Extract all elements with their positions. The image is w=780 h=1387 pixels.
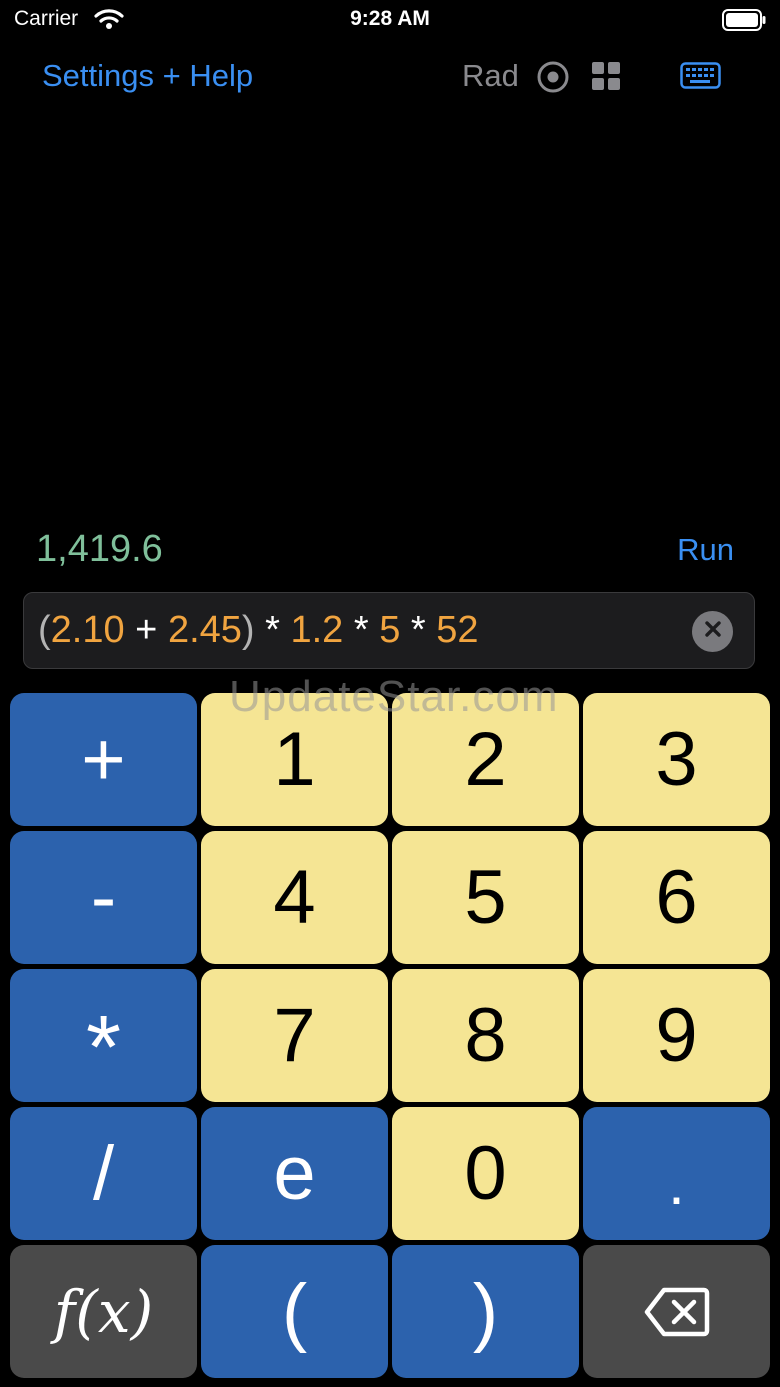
key-7[interactable]: 7: [201, 969, 388, 1102]
key-label: .: [668, 1150, 685, 1217]
key-function[interactable]: f(x): [10, 1245, 197, 1378]
key-8[interactable]: 8: [392, 969, 579, 1102]
key-label: 4: [273, 855, 316, 940]
angle-mode-label[interactable]: Rad: [462, 58, 519, 94]
key-4[interactable]: 4: [201, 831, 388, 964]
result-value: 1,419.6: [36, 528, 163, 570]
key-label: 9: [655, 993, 698, 1078]
expression-input[interactable]: (2.10 + 2.45) * 1.2 * 5 * 52: [23, 592, 755, 669]
key-close-paren[interactable]: ): [392, 1245, 579, 1378]
radio-button-icon[interactable]: [536, 60, 570, 99]
key-label: 2: [464, 717, 507, 802]
key-label: 5: [464, 855, 507, 940]
key-6[interactable]: 6: [583, 831, 770, 964]
expression-token: *: [400, 609, 437, 651]
clear-button[interactable]: [692, 611, 733, 652]
battery-icon: [722, 9, 766, 36]
toolbar: Settings + Help Rad: [0, 52, 780, 102]
expression-token: (: [38, 609, 51, 651]
key-label: 1: [273, 717, 316, 802]
key-label: -: [90, 855, 117, 940]
key-decimal[interactable]: .: [583, 1107, 770, 1240]
expression-token: 1.2: [290, 609, 344, 651]
key-5[interactable]: 5: [392, 831, 579, 964]
expression-token: *: [254, 609, 291, 651]
key-label: f(x): [53, 1277, 154, 1346]
key-3[interactable]: 3: [583, 693, 770, 826]
status-bar: Carrier 9:28 AM: [0, 0, 780, 40]
close-icon: [704, 620, 722, 643]
clock: 9:28 AM: [350, 7, 430, 30]
key-divide[interactable]: /: [10, 1107, 197, 1240]
key-open-paren[interactable]: (: [201, 1245, 388, 1378]
expression-token: 2.10: [50, 609, 125, 651]
expression-token: ): [241, 609, 255, 651]
key-e[interactable]: e: [201, 1107, 388, 1240]
expression-token: 5: [379, 609, 401, 651]
key-label: 0: [464, 1131, 507, 1216]
key-label: *: [85, 998, 122, 1098]
key-minus[interactable]: -: [10, 831, 197, 964]
key-plus[interactable]: +: [10, 693, 197, 826]
key-multiply[interactable]: *: [10, 969, 197, 1102]
key-label: 8: [464, 993, 507, 1078]
run-button[interactable]: Run: [677, 532, 734, 568]
keypad: +1 2 3 - 4 5 6 * 7 8 9 / e 0. f(x) (): [10, 693, 770, 1378]
expression-token: 2.45: [167, 609, 242, 651]
key-label: 7: [273, 993, 316, 1078]
key-0[interactable]: 0: [392, 1107, 579, 1240]
watermark: UpdateStar.com: [229, 672, 559, 721]
expression-text[interactable]: (2.10 + 2.45) * 1.2 * 5 * 52: [38, 609, 479, 652]
key-label: /: [92, 1131, 115, 1216]
key-label: (: [281, 1269, 308, 1354]
settings-help-link[interactable]: Settings + Help: [42, 58, 253, 94]
expression-token: +: [124, 609, 168, 651]
expression-token: *: [343, 609, 380, 651]
backspace-icon: [644, 1268, 710, 1355]
key-label: 6: [655, 855, 698, 940]
key-label: e: [273, 1131, 316, 1216]
key-backspace[interactable]: [583, 1245, 770, 1378]
key-label: 3: [655, 717, 698, 802]
keyboard-icon[interactable]: [680, 62, 721, 94]
key-9[interactable]: 9: [583, 969, 770, 1102]
key-label: +: [81, 717, 126, 802]
grid-icon[interactable]: [591, 61, 622, 97]
expression-token: 52: [436, 609, 479, 651]
key-label: ): [472, 1269, 499, 1354]
